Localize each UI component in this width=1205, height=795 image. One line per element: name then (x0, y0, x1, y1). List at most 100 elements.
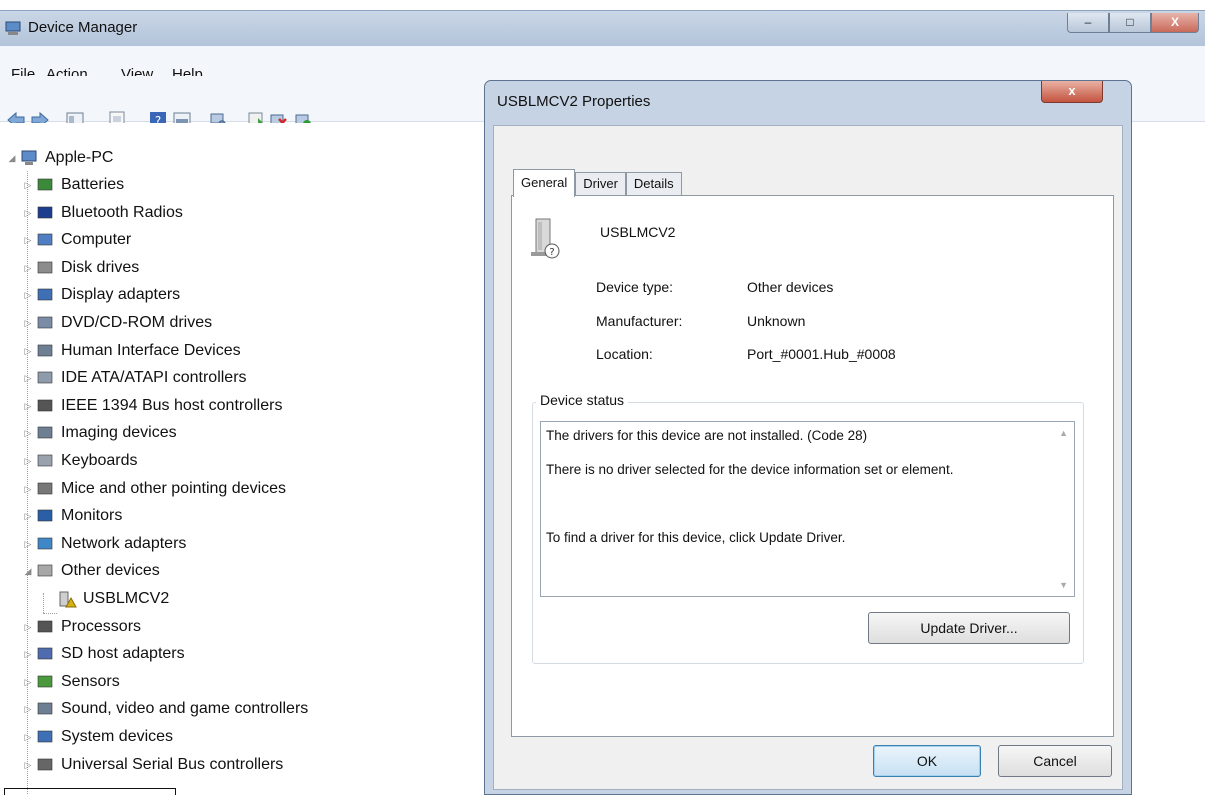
tree-category-label: Batteries (61, 176, 125, 193)
computer-icon (37, 233, 53, 246)
tree-category[interactable]: ▷ Computer (23, 228, 132, 252)
keyboard-icon (37, 454, 53, 467)
tree-category[interactable]: ▷ Imaging devices (23, 421, 177, 445)
tree-device[interactable]: USBLMCV2 (57, 587, 169, 611)
tree-category-label: Bluetooth Radios (61, 204, 183, 221)
tree-category-label: Disk drives (61, 259, 140, 276)
main-titlebar: Device Manager – □ X (0, 10, 1205, 46)
tree-category[interactable]: ▷ Human Interface Devices (23, 339, 241, 363)
tree-category-label: Human Interface Devices (61, 342, 241, 359)
tree-category[interactable]: ▷ Sensors (23, 670, 120, 694)
expand-arrow-icon[interactable]: ▷ (23, 428, 33, 439)
tree-category-label: Computer (61, 231, 132, 248)
cancel-button[interactable]: Cancel (998, 745, 1112, 777)
tree-root-label: Apple-PC (45, 149, 114, 166)
unknown-device-icon (37, 564, 53, 577)
speaker-icon (37, 702, 53, 715)
expand-arrow-icon[interactable]: ▷ (23, 622, 33, 633)
expand-arrow-icon[interactable]: ▷ (23, 677, 33, 688)
tree-category-label: Monitors (61, 507, 123, 524)
tree-category-label: Other devices (61, 562, 160, 579)
network-adapter-icon (37, 537, 53, 550)
update-driver-button[interactable]: Update Driver... (868, 612, 1070, 644)
dvd-drive-icon (37, 316, 53, 329)
tab-general[interactable]: General (513, 169, 576, 197)
expand-arrow-icon[interactable]: ▷ (23, 760, 33, 771)
tree-category[interactable]: ▷ Batteries (23, 173, 125, 197)
mouse-icon (37, 482, 53, 495)
tree-category[interactable]: ▷ System devices (23, 725, 174, 749)
expand-arrow-icon[interactable]: ▷ (23, 346, 33, 357)
usb-icon (37, 758, 53, 771)
window-controls: – □ X (1067, 13, 1199, 33)
expand-arrow-icon[interactable]: ▷ (23, 539, 33, 550)
sd-adapter-icon (37, 647, 53, 660)
tab-driver[interactable]: Driver (575, 172, 626, 196)
scroll-down-arrow-icon[interactable]: ▼ (1059, 580, 1068, 590)
tree-category[interactable]: ▷ SD host adapters (23, 642, 185, 666)
expand-arrow-icon[interactable]: ▷ (23, 704, 33, 715)
minimize-button[interactable]: – (1067, 13, 1109, 33)
device-status-box[interactable]: The drivers for this device are not inst… (540, 421, 1075, 597)
tab-details[interactable]: Details (625, 172, 682, 196)
tree-category[interactable]: ▷ Universal Serial Bus controllers (23, 753, 284, 777)
corner-frame (4, 788, 176, 795)
scroll-up-arrow-icon[interactable]: ▲ (1059, 428, 1068, 438)
tree-category[interactable]: ▷ IEEE 1394 Bus host controllers (23, 394, 283, 418)
manufacturer-value: Unknown (747, 313, 806, 329)
system-device-icon (37, 730, 53, 743)
status-line-no-driver: There is no driver selected for the devi… (546, 462, 954, 477)
status-line-instructions: To find a driver for this device, click … (546, 530, 846, 545)
expand-arrow-icon[interactable]: ▷ (23, 732, 33, 743)
processor-icon (37, 620, 53, 633)
ok-button[interactable]: OK (873, 745, 981, 777)
warning-device-icon (59, 591, 77, 608)
hid-icon (37, 344, 53, 357)
computer-icon (21, 150, 37, 165)
dialog-tabs: General Driver Details (513, 169, 682, 197)
tree-category[interactable]: ▷ IDE ATA/ATAPI controllers (23, 366, 247, 390)
manufacturer-label: Manufacturer: (596, 313, 683, 329)
tree-category[interactable]: ▷ Mice and other pointing devices (23, 477, 287, 501)
close-window-button[interactable]: X (1151, 13, 1199, 33)
tree-category[interactable]: ▷ Network adapters (23, 532, 187, 556)
tree-category[interactable]: ▷ Sound, video and game controllers (23, 697, 309, 721)
tree-category-label: SD host adapters (61, 645, 185, 662)
tree-category-label: Mice and other pointing devices (61, 480, 287, 497)
tree-category[interactable]: ▷ Bluetooth Radios (23, 201, 183, 225)
tree-category[interactable]: ▷ Display adapters (23, 283, 181, 307)
tree-category[interactable]: ▷ Processors (23, 615, 142, 639)
tree-category[interactable]: ▷ DVD/CD-ROM drives (23, 311, 213, 335)
tree-category-label: DVD/CD-ROM drives (61, 314, 213, 331)
tree-category[interactable]: ▷ Monitors (23, 504, 123, 528)
device-status-title: Device status (536, 392, 629, 408)
expand-arrow-icon[interactable]: ▷ (23, 208, 33, 219)
dialog-title: USBLMCV2 Properties (497, 93, 651, 110)
expand-arrow-icon[interactable]: ▷ (23, 401, 33, 412)
tree-root[interactable]: ◢ Apple-PC (7, 146, 114, 170)
window-title: Device Manager (28, 19, 138, 36)
collapse-arrow-icon[interactable]: ◢ (23, 566, 33, 577)
device-type-label: Device type: (596, 279, 674, 295)
expand-arrow-icon[interactable]: ▷ (23, 649, 33, 660)
collapse-arrow-icon[interactable]: ◢ (7, 153, 17, 164)
expand-arrow-icon[interactable]: ▷ (23, 318, 33, 329)
tree-category-label: Imaging devices (61, 424, 177, 441)
expand-arrow-icon[interactable]: ▷ (23, 235, 33, 246)
tree-category-label: IDE ATA/ATAPI controllers (61, 369, 247, 386)
expand-arrow-icon[interactable]: ▷ (23, 290, 33, 301)
battery-icon (37, 178, 53, 191)
expand-arrow-icon[interactable]: ▷ (23, 180, 33, 191)
tree-category-label: Network adapters (61, 535, 187, 552)
expand-arrow-icon[interactable]: ▷ (23, 373, 33, 384)
dialog-close-button[interactable]: x (1041, 81, 1103, 103)
expand-arrow-icon[interactable]: ▷ (23, 484, 33, 495)
expand-arrow-icon[interactable]: ▷ (23, 456, 33, 467)
tree-category[interactable]: ▷ Disk drives (23, 256, 140, 280)
expand-arrow-icon[interactable]: ▷ (23, 263, 33, 274)
tree-category[interactable]: ▷ Keyboards (23, 449, 138, 473)
tree-category[interactable]: ◢ Other devices (23, 559, 160, 583)
tree-device-label: USBLMCV2 (83, 590, 170, 607)
maximize-button[interactable]: □ (1109, 13, 1151, 33)
expand-arrow-icon[interactable]: ▷ (23, 511, 33, 522)
